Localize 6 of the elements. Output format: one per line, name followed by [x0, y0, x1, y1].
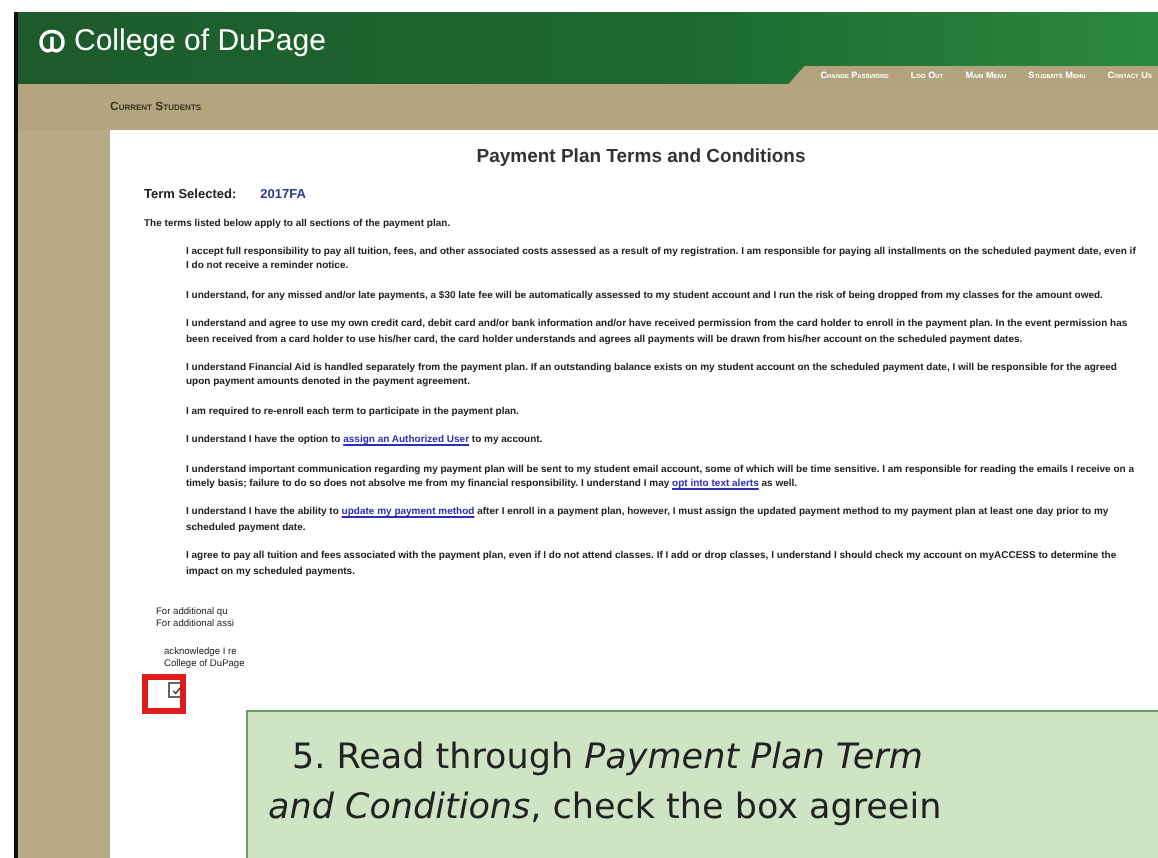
- logo-icon: [38, 27, 66, 55]
- instruction-text: and Conditions, check the box agreein: [268, 786, 944, 832]
- highlight-box: [142, 674, 186, 715]
- instruction-text: 5. Read through Payment Plan Term: [292, 736, 925, 782]
- college-name: College of DuPage: [74, 24, 326, 58]
- page-title: Payment Plan Terms and Conditions: [474, 146, 808, 168]
